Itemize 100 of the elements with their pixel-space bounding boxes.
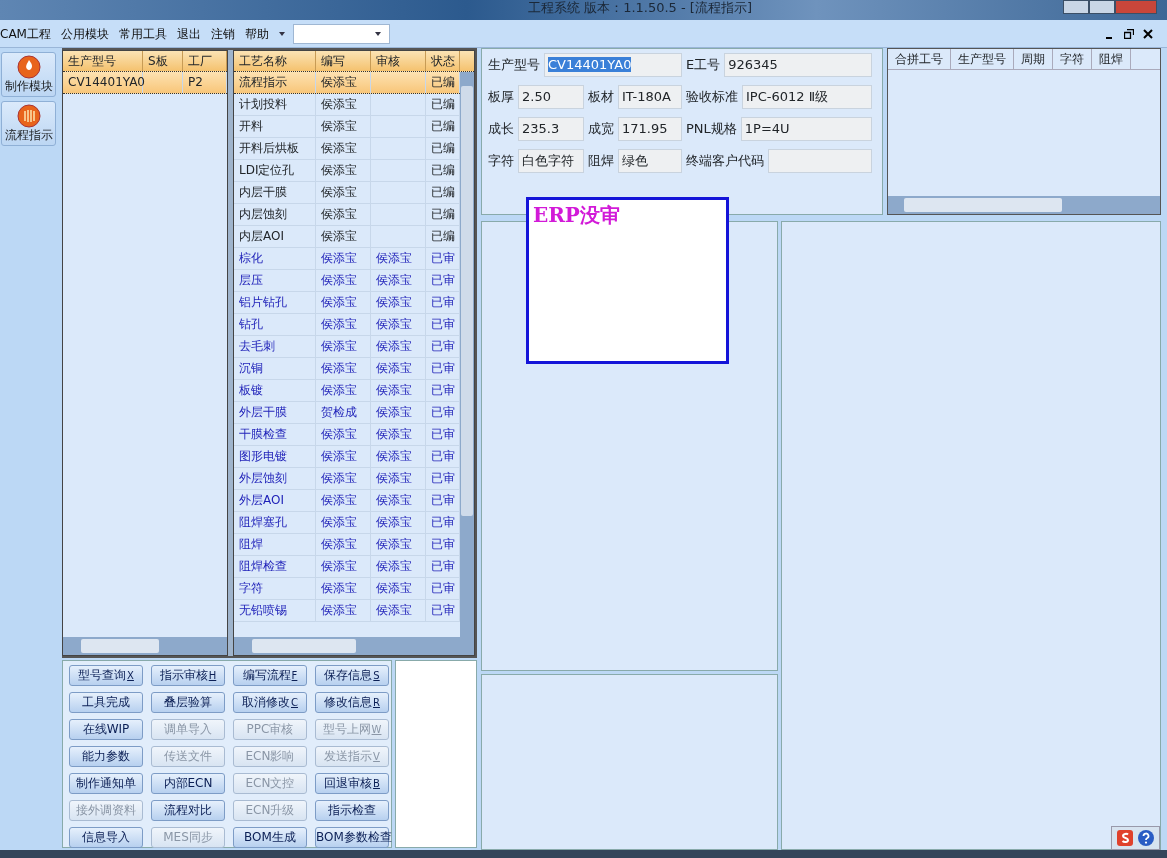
- command-button[interactable]: 工具完成: [69, 692, 143, 713]
- command-button[interactable]: 取消修改C: [233, 692, 307, 713]
- text-field[interactable]: 926345: [724, 53, 872, 77]
- column-header[interactable]: 编写: [316, 51, 371, 71]
- table-cell: 侯添宝: [316, 182, 371, 203]
- field-label: 板厚: [488, 88, 514, 107]
- column-header[interactable]: 工艺名称: [234, 51, 316, 71]
- command-button[interactable]: 回退审核B: [315, 773, 389, 794]
- table-cell: 钻孔: [234, 314, 316, 335]
- column-header[interactable]: S板: [143, 51, 183, 71]
- table-cell: LDI定位孔: [234, 160, 316, 181]
- table-cell: 内层干膜: [234, 182, 316, 203]
- command-button[interactable]: 在线WIP: [69, 719, 143, 740]
- table-cell: 图形电镀: [234, 446, 316, 467]
- menu-item[interactable]: 注销: [205, 24, 240, 43]
- table-cell: 侯添宝: [316, 72, 371, 93]
- restore-icon[interactable]: [1124, 28, 1134, 39]
- nav-button[interactable]: 制作模块: [1, 52, 56, 97]
- command-button[interactable]: 编写流程F: [233, 665, 307, 686]
- table-cell: 侯添宝: [316, 468, 371, 489]
- text-field[interactable]: 绿色: [618, 149, 682, 173]
- command-button[interactable]: BOM生成: [233, 827, 307, 848]
- table-cell: 去毛刺: [234, 336, 316, 357]
- close-icon[interactable]: [1143, 28, 1153, 39]
- command-button[interactable]: 流程对比: [151, 800, 225, 821]
- text-field[interactable]: [768, 149, 872, 173]
- text-field[interactable]: 235.3: [518, 117, 584, 141]
- table-cell: 侯添宝: [371, 512, 426, 533]
- nav-button[interactable]: 流程指示: [1, 101, 56, 146]
- help-icon[interactable]: [1137, 829, 1155, 847]
- column-header[interactable]: 阻焊: [1092, 49, 1131, 69]
- text-field[interactable]: 171.95: [618, 117, 682, 141]
- table-cell: 外层蚀刻: [234, 468, 316, 489]
- command-button[interactable]: 指示审核H: [151, 665, 225, 686]
- column-header[interactable]: 审核: [371, 51, 426, 71]
- table-cell: 侯添宝: [316, 116, 371, 137]
- command-button[interactable]: 保存信息S: [315, 665, 389, 686]
- menu-item[interactable]: 公用模块: [55, 24, 114, 43]
- text-field[interactable]: 1P=4U: [740, 117, 872, 141]
- column-header[interactable]: 周期: [1014, 49, 1053, 69]
- column-header[interactable]: 状态: [426, 51, 460, 71]
- table-cell: 贺检成: [316, 402, 371, 423]
- column-header[interactable]: 生产型号: [951, 49, 1014, 69]
- field-label: E工号: [686, 56, 721, 75]
- table-cell: 侯添宝: [316, 270, 371, 291]
- column-header[interactable]: 工厂: [183, 51, 227, 71]
- column-header[interactable]: 字符: [1053, 49, 1092, 69]
- horizontal-scrollbar[interactable]: [888, 196, 1160, 214]
- command-button[interactable]: 信息导入: [69, 827, 143, 848]
- table-cell: 侯添宝: [371, 380, 426, 401]
- minimize-button[interactable]: [1063, 0, 1089, 14]
- horizontal-scrollbar[interactable]: [63, 637, 227, 655]
- field-label: PNL规格: [686, 120, 737, 139]
- window-title: 工程系统 版本：1.1.50.5 - [流程指示]: [528, 1, 752, 15]
- command-button[interactable]: 叠层验算: [151, 692, 225, 713]
- table-cell: 内层蚀刻: [234, 204, 316, 225]
- command-button[interactable]: 能力参数: [69, 746, 143, 767]
- command-button[interactable]: 修改信息R: [315, 692, 389, 713]
- table-cell: 侯添宝: [316, 512, 371, 533]
- table-cell: 无铅喷锡: [234, 600, 316, 621]
- command-button[interactable]: 指示检查: [315, 800, 389, 821]
- vertical-scrollbar[interactable]: [460, 72, 474, 637]
- dropdown-arrow-icon[interactable]: [277, 30, 286, 37]
- command-button[interactable]: 内部ECN: [151, 773, 225, 794]
- caret-icon: [373, 30, 382, 37]
- table-cell: 侯添宝: [371, 534, 426, 555]
- maximize-button[interactable]: [1089, 0, 1115, 14]
- barrel-icon: [16, 104, 41, 128]
- table-cell: 侯添宝: [371, 336, 426, 357]
- input-method-icon[interactable]: [1116, 829, 1134, 847]
- text-field[interactable]: 白色字符: [518, 149, 584, 173]
- column-header[interactable]: 生产型号: [63, 51, 143, 71]
- menu-item[interactable]: CAM工程: [0, 24, 56, 43]
- table-cell: 流程指示: [234, 72, 316, 93]
- table-cell: 阻焊: [234, 534, 316, 555]
- field-label: 成长: [488, 120, 514, 139]
- menu-item[interactable]: 常用工具: [113, 24, 172, 43]
- table-cell: 侯添宝: [371, 468, 426, 489]
- table-cell: 侯添宝: [316, 600, 371, 621]
- menu-item[interactable]: 帮助: [239, 24, 274, 43]
- text-field[interactable]: 2.50: [518, 85, 584, 109]
- text-field[interactable]: CV14401YA0: [544, 53, 682, 77]
- table-cell: 开料: [234, 116, 316, 137]
- table-cell: 侯添宝: [316, 226, 371, 247]
- table-cell: 侯添宝: [371, 556, 426, 577]
- command-button[interactable]: 制作通知单: [69, 773, 143, 794]
- table-cell: 侯添宝: [316, 358, 371, 379]
- menu-item[interactable]: 退出: [171, 24, 206, 43]
- table-cell: 开料后烘板: [234, 138, 316, 159]
- table-cell: 侯添宝: [371, 248, 426, 269]
- dropdown-field[interactable]: [292, 23, 390, 44]
- text-field[interactable]: IPC-6012 Ⅱ级: [742, 85, 872, 109]
- text-field[interactable]: IT-180A: [618, 85, 682, 109]
- horizontal-scrollbar[interactable]: [234, 637, 474, 655]
- table-cell: 外层干膜: [234, 402, 316, 423]
- command-button[interactable]: 型号查询X: [69, 665, 143, 686]
- table-cell: 侯添宝: [316, 578, 371, 599]
- column-header[interactable]: 合拼工号: [888, 49, 951, 69]
- table-cell: 侯添宝: [316, 292, 371, 313]
- field-label: 字符: [488, 152, 514, 171]
